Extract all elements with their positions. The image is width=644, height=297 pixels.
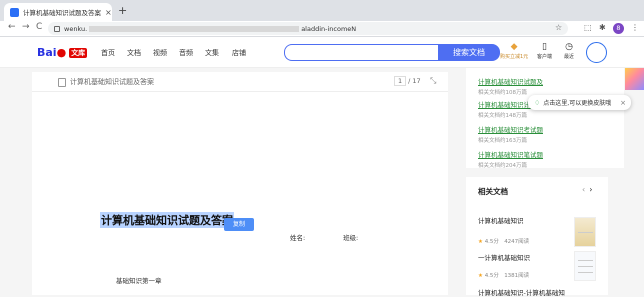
fullscreen-icon[interactable]: ⤡ [430,76,436,86]
new-tab-button[interactable]: + [118,4,127,17]
tab-close-icon[interactable]: × [105,8,112,17]
copy-button[interactable]: 复制 [224,218,254,231]
tab-title: 计算机基础知识试题及答案 - 百 [23,9,103,17]
doc-rating: 4.5分 [484,273,499,279]
related-search-title[interactable]: 计算机基础知识考试题 [478,124,543,134]
current-page-input[interactable]: 1 [394,76,407,86]
doc-rating: 4.5分 [484,239,499,245]
puzzle-icon[interactable]: ✱ [599,23,606,32]
next-arrow-icon[interactable]: › [589,185,592,194]
related-documents-heading: 相关文档 [478,187,508,196]
related-search-item[interactable]: 计算机基础知识考试题 相关文档约163万篇 [478,124,543,144]
user-avatar[interactable] [586,42,607,63]
diamond-icon: ◆ [510,42,518,52]
paw-icon: ● [56,46,67,59]
related-search-meta: 相关文档约204万篇 [478,163,527,169]
doc-views: 1381阅读 [504,273,530,279]
total-pages: / 17 [408,77,421,85]
related-doc-title[interactable]: 计算机基础知识-计算机基础知 [478,287,565,297]
carousel-arrows: ‹ › [582,185,592,194]
related-search-meta: 相关文档约163万篇 [478,138,527,144]
shirt-icon: ♢ [534,98,541,107]
related-searches-panel: 计算机基础知识试题及 相关文档约108万篇 计算机基础知识计算机 相关文档约14… [466,68,624,169]
vip-entry[interactable]: ◆ 购买立减1元 [500,42,528,60]
url-prefix: wenku. [64,24,88,33]
address-bar-row: ← → C wenku. aladdin-incomeN ☆ ⬚ ✱ 8 ⋮ [0,21,644,37]
clock-icon: ◷ [565,42,573,52]
client-label: 客户端 [537,54,553,60]
thumbnail-line [578,266,593,267]
related-doc-meta: ★ 4.5分 4247阅读 [478,237,529,245]
history-entry[interactable]: ◷ 最近 [564,42,574,60]
tooltip-close-icon[interactable]: × [620,99,626,107]
doc-views: 4247阅读 [504,239,530,245]
doc-thumbnail[interactable] [574,217,596,247]
star-icon: ★ [478,273,483,279]
tooltip-text: 点击这里,可以更换皮肤哦 [543,100,612,107]
site-header: Bai● 文库 首页 文档 视频 音频 文集 店铺 搜索文档 ◆ 购买立减1元 ▯… [0,37,644,68]
menu-icon[interactable]: ⋮ [631,23,639,32]
history-label: 最近 [564,54,575,60]
browser-tab[interactable]: 计算机基础知识试题及答案 - 百 × [4,3,112,21]
nav-collections[interactable]: 文集 [205,48,219,58]
nav-docs[interactable]: 文档 [127,48,141,58]
prev-arrow-icon[interactable]: ‹ [582,185,585,194]
related-doc-meta: ★ 4.5分 1381阅读 [478,271,529,279]
page-indicator: 1/ 17 [394,76,421,86]
document-viewer: 计算机基础知识试题及答案 1/ 17 ⤡ 计算机基础知识试题及答案 复制 姓名:… [32,72,448,295]
star-icon: ★ [478,239,483,245]
related-search-item[interactable]: 计算机基础知识试题及 相关文档约108万篇 [478,76,543,96]
bookmark-star-icon[interactable]: ☆ [555,23,562,32]
phone-icon: ▯ [542,42,547,52]
document-toolbar: 计算机基础知识试题及答案 1/ 17 ⤡ [32,72,448,92]
nav-audio[interactable]: 音频 [179,48,193,58]
thumbnail-line [578,232,593,233]
class-label: 班级: [343,234,359,242]
skin-tooltip: ♢ 点击这里,可以更换皮肤哦 × [528,95,631,110]
document-icon [58,78,66,87]
related-search-title[interactable]: 计算机基础知识试题及 [478,76,543,86]
document-toolbar-title: 计算机基础知识试题及答案 [70,78,154,86]
related-doc-title[interactable]: 计算机基础知识 [478,215,524,225]
lock-icon [54,25,60,32]
search-button[interactable]: 搜索文档 [438,44,500,61]
related-search-meta: 相关文档约148万篇 [478,113,527,119]
related-search-item[interactable]: 计算机基础知识笔试题 相关文档约204万篇 [478,149,543,169]
thumbnail-line [578,260,593,261]
extension-icon[interactable]: ⬚ [584,23,592,32]
url-redacted [89,25,300,32]
doc-thumbnail[interactable] [574,251,596,281]
url-input[interactable]: wenku. aladdin-incomeN [48,22,568,35]
search-input[interactable] [284,44,439,61]
vip-label: 购买立减1元 [500,54,529,60]
reload-icon[interactable]: C [36,22,42,32]
document-heading[interactable]: 计算机基础知识试题及答案 [100,212,234,228]
related-search-title[interactable]: 计算机基础知识笔试题 [478,149,543,159]
name-label: 姓名: [290,234,306,242]
logo-wenku: 文库 [69,48,88,58]
nav-home[interactable]: 首页 [101,48,115,58]
back-icon[interactable]: ← [8,22,16,32]
profile-avatar[interactable]: 8 [613,23,624,34]
forward-icon[interactable]: → [22,22,30,32]
skin-decoration[interactable] [625,68,644,90]
nav-video[interactable]: 视频 [153,48,167,58]
url-suffix: aladdin-incomeN [301,24,357,33]
baidu-wenku-logo[interactable]: Bai● 文库 [37,46,88,59]
baidu-favicon-icon [10,7,19,17]
related-doc-title[interactable]: 一计算机基础知识 [478,252,530,262]
logo-bai: Bai [37,46,57,59]
client-entry[interactable]: ▯ 客户端 [537,42,552,60]
browser-tab-bar: 计算机基础知识试题及答案 - 百 × + [0,0,644,21]
section-heading: 基础知识第一章 [116,277,162,285]
thumbnail-line [578,272,593,273]
nav-shops[interactable]: 店铺 [232,48,246,58]
related-documents-panel: 相关文档 ‹ › 计算机基础知识 ★ 4.5分 4247阅读 一计算机基础知识 ★… [466,177,608,297]
